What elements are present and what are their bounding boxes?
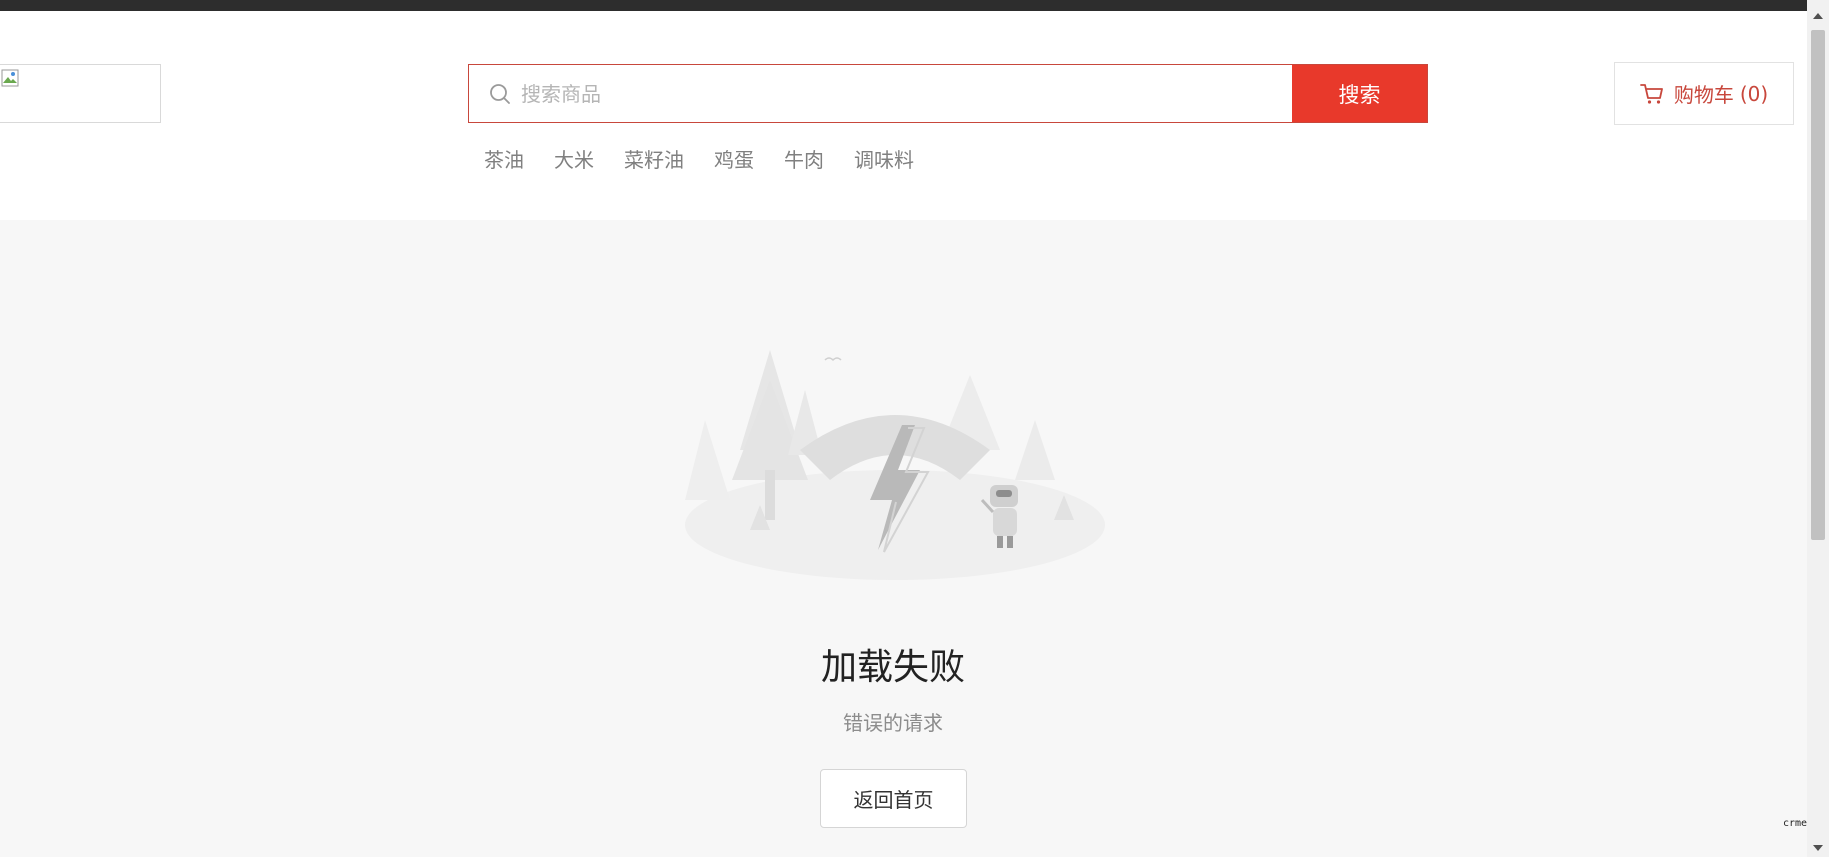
cart-label: 购物车 xyxy=(1673,83,1734,107)
hot-word-link[interactable]: 茶油 xyxy=(484,144,524,173)
cart-count: (0) xyxy=(1739,81,1769,106)
hot-word-link[interactable]: 牛肉 xyxy=(784,144,824,173)
page: 搜索 茶油 大米 菜籽油 鸡蛋 牛肉 调味料 购物车 (0) xyxy=(0,0,1829,857)
cart-button[interactable]: 购物车 (0) xyxy=(1614,62,1794,125)
error-title: 加载失败 xyxy=(820,647,965,688)
hot-word-link[interactable]: 调味料 xyxy=(854,144,914,173)
broken-image-icon xyxy=(1,69,19,87)
scroll-thumb[interactable] xyxy=(1811,30,1825,540)
scroll-up-icon[interactable] xyxy=(1813,13,1823,19)
scrollbar[interactable] xyxy=(1807,0,1829,857)
search-bar: 搜索 xyxy=(468,64,1428,123)
search-input-area xyxy=(469,65,1292,122)
back-home-button[interactable]: 返回首页 xyxy=(820,769,967,828)
search-input[interactable] xyxy=(519,80,1223,107)
top-bar xyxy=(0,0,1807,11)
scroll-down-icon[interactable] xyxy=(1813,845,1823,851)
error-illustration xyxy=(685,350,1105,580)
hot-words: 茶油 大米 菜籽油 鸡蛋 牛肉 调味料 xyxy=(484,144,944,173)
hot-word-link[interactable]: 鸡蛋 xyxy=(714,144,754,173)
header: 搜索 茶油 大米 菜籽油 鸡蛋 牛肉 调味料 购物车 (0) xyxy=(0,11,1807,220)
hot-word-link[interactable]: 菜籽油 xyxy=(624,144,684,173)
search-button[interactable]: 搜索 xyxy=(1292,65,1427,122)
search-icon xyxy=(490,83,510,104)
logo-link[interactable] xyxy=(0,64,161,123)
hot-word-link[interactable]: 大米 xyxy=(554,144,594,173)
cart-icon xyxy=(1639,83,1663,104)
error-message: 错误的请求 xyxy=(843,711,943,735)
